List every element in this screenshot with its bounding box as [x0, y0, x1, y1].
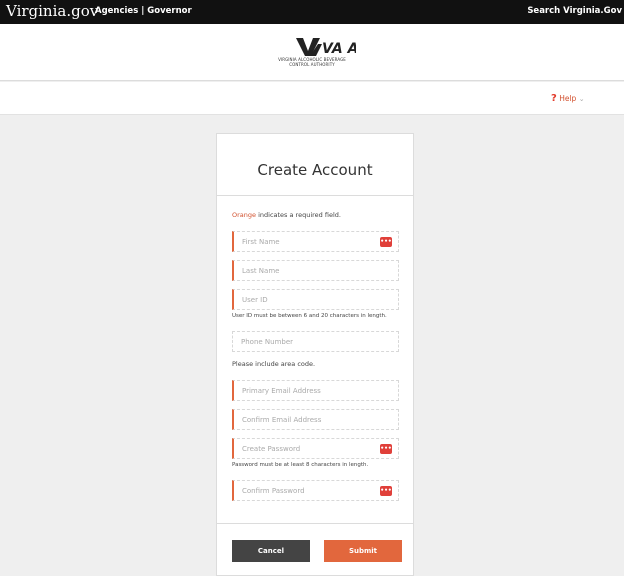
primary-email-field[interactable]: Primary Email Address: [232, 380, 399, 401]
top-bar: Virginia.gov Agencies | Governor Search …: [0, 0, 624, 24]
create-account-card: Create Account Orange indicates a requir…: [216, 133, 414, 576]
logo-text: VA ABC: [322, 41, 356, 57]
va-abc-logo[interactable]: VA ABC: [296, 36, 356, 58]
password-hint: Password must be at least 8 characters i…: [232, 462, 369, 468]
last-name-field[interactable]: Last Name: [232, 260, 399, 281]
confirm-password-field[interactable]: Confirm Password •••: [232, 480, 399, 501]
help-label: Help: [559, 94, 577, 103]
divider: [217, 523, 413, 524]
phone-number-field[interactable]: Phone Number: [232, 331, 399, 352]
brand-header: VA ABC VIRGINIA ALCOHOLIC BEVERAGE CONTR…: [0, 24, 624, 81]
agencies-governor-links[interactable]: Agencies | Governor: [95, 6, 192, 16]
first-name-field[interactable]: First Name •••: [232, 231, 399, 252]
confirm-email-field[interactable]: Confirm Email Address: [232, 409, 399, 430]
submit-button[interactable]: Submit: [324, 540, 402, 562]
user-id-hint: User ID must be between 6 and 20 charact…: [232, 313, 387, 319]
divider: [217, 195, 413, 196]
question-icon: ?: [551, 93, 557, 104]
help-bar: ? Help ⌄: [0, 82, 624, 115]
required-note: Orange indicates a required field.: [232, 211, 341, 219]
org-name: VIRGINIA ALCOHOLIC BEVERAGE CONTROL AUTH…: [278, 57, 346, 67]
password-manager-icon[interactable]: •••: [380, 444, 392, 454]
create-password-field[interactable]: Create Password •••: [232, 438, 399, 459]
user-id-field[interactable]: User ID: [232, 289, 399, 310]
cancel-button[interactable]: Cancel: [232, 540, 310, 562]
password-manager-icon[interactable]: •••: [380, 486, 392, 496]
search-virginia-link[interactable]: Search Virginia.Gov: [527, 6, 622, 16]
help-menu[interactable]: ? Help ⌄: [551, 93, 585, 104]
page-title: Create Account: [257, 161, 373, 179]
password-manager-icon[interactable]: •••: [380, 237, 392, 247]
chevron-down-icon: ⌄: [578, 95, 585, 103]
phone-hint: Please include area code.: [232, 360, 316, 368]
virginia-gov-link[interactable]: Virginia.gov: [6, 2, 98, 20]
